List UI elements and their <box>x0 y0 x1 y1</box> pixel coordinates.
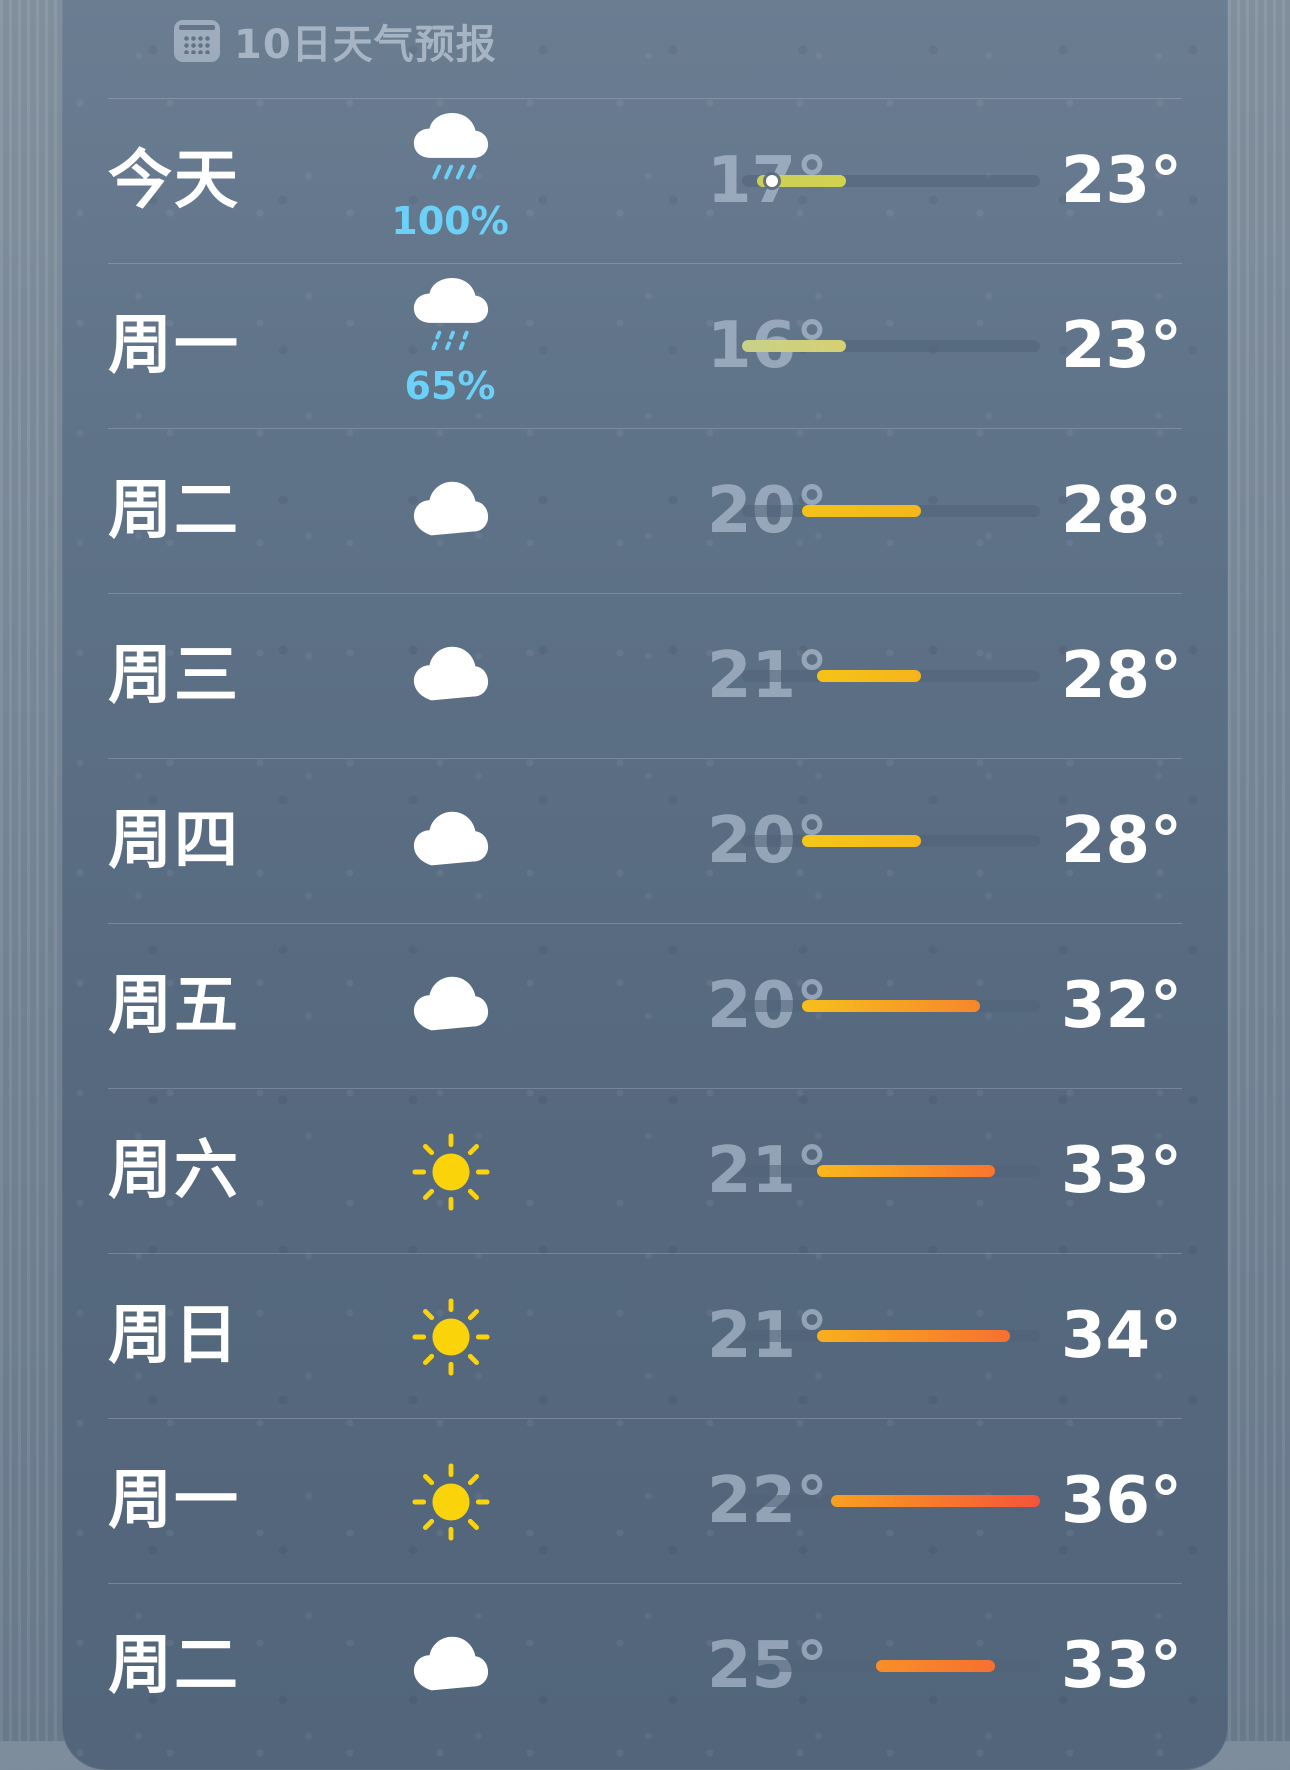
high-temp: 23° <box>1060 144 1182 218</box>
temp-range-fill <box>816 1330 1011 1342</box>
temp-range-fill <box>742 340 847 352</box>
forecast-row-6[interactable]: 周六 21° 33° <box>108 1088 1182 1253</box>
background-rain <box>0 0 62 1741</box>
high-temp: 23° <box>1060 309 1182 383</box>
forecast-row-7[interactable]: 周日 21° 34° <box>108 1253 1182 1418</box>
forecast-row-5[interactable]: 周五 20° 32° <box>108 923 1182 1088</box>
temp-range-fill <box>801 1000 981 1012</box>
temp-range-bar <box>742 1495 1040 1507</box>
forecast-row-4[interactable]: 周四 20° 28° <box>108 758 1182 923</box>
cloud-drizzle-icon <box>413 278 489 351</box>
precip-chance: 100% <box>391 199 509 243</box>
weather-icon-wrap <box>370 759 530 924</box>
high-temp: 33° <box>1060 1629 1182 1703</box>
temp-range-bar <box>742 505 1040 517</box>
weather-icon-wrap <box>370 429 530 594</box>
temp-range-bar <box>742 1000 1040 1012</box>
day-label: 周二 <box>108 1629 240 1703</box>
forecast-row-0[interactable]: 今天 100% 17° 23° <box>108 98 1182 263</box>
day-label: 周一 <box>108 309 240 383</box>
weather-icon-wrap <box>370 594 530 759</box>
cloud-icon <box>413 646 489 701</box>
cloud-icon <box>413 976 489 1031</box>
calendar-icon <box>174 20 220 62</box>
day-label: 周日 <box>108 1299 240 1373</box>
forecast-row-9[interactable]: 周二 25° 33° <box>108 1583 1182 1748</box>
high-temp: 28° <box>1060 474 1182 548</box>
day-label: 周五 <box>108 969 240 1043</box>
high-temp: 28° <box>1060 639 1182 713</box>
weather-icon-wrap: 65% <box>370 264 530 429</box>
temp-range-fill <box>876 1660 996 1672</box>
temp-range-bar <box>742 1330 1040 1342</box>
weather-icon-wrap <box>370 1089 530 1254</box>
weather-icon-wrap <box>370 1419 530 1584</box>
forecast-row-8[interactable]: 周一 22° 36° <box>108 1418 1182 1583</box>
high-temp: 33° <box>1060 1134 1182 1208</box>
weather-icon-wrap: 100% <box>370 99 530 264</box>
temp-range-bar <box>742 175 1040 187</box>
high-temp: 36° <box>1060 1464 1182 1538</box>
sun-icon <box>412 1133 490 1211</box>
precip-chance: 65% <box>404 364 496 408</box>
temp-range-bar <box>742 1165 1040 1177</box>
weather-icon-wrap <box>370 1584 530 1749</box>
forecast-row-3[interactable]: 周三 21° 28° <box>108 593 1182 758</box>
high-temp: 28° <box>1060 804 1182 878</box>
day-label: 周六 <box>108 1134 240 1208</box>
temp-range-fill <box>831 1495 1040 1507</box>
temp-range-bar <box>742 1660 1040 1672</box>
temp-range-fill <box>816 670 921 682</box>
day-label: 周四 <box>108 804 240 878</box>
cloud-icon <box>413 1636 489 1691</box>
cloud-icon <box>413 481 489 536</box>
temp-range-fill <box>816 1165 996 1177</box>
forecast-header: 10日天气预报 <box>174 14 497 68</box>
weather-icon-wrap <box>370 924 530 1089</box>
cloud-rain-heavy-icon <box>413 113 489 180</box>
temp-range-bar <box>742 835 1040 847</box>
day-label: 今天 <box>108 144 240 218</box>
forecast-row-1[interactable]: 周一 65% 16° 23° <box>108 263 1182 428</box>
cloud-icon <box>413 811 489 866</box>
day-label: 周三 <box>108 639 240 713</box>
high-temp: 32° <box>1060 969 1182 1043</box>
temp-range-bar <box>742 670 1040 682</box>
temp-range-bar <box>742 340 1040 352</box>
sun-icon <box>412 1463 490 1541</box>
forecast-title: 10日天气预报 <box>234 22 497 68</box>
background-rain <box>1228 0 1290 1741</box>
sun-icon <box>412 1298 490 1376</box>
weather-icon-wrap <box>370 1254 530 1419</box>
current-temp-dot <box>765 175 778 187</box>
temp-range-fill <box>801 505 921 517</box>
forecast-list: 今天 100% 17° 23° 周一 65% 16° 23° 周二 20° 28… <box>108 98 1182 1748</box>
temp-range-fill <box>801 835 921 847</box>
forecast-row-2[interactable]: 周二 20° 28° <box>108 428 1182 593</box>
day-label: 周二 <box>108 474 240 548</box>
high-temp: 34° <box>1060 1299 1182 1373</box>
day-label: 周一 <box>108 1464 240 1538</box>
forecast-panel: 10日天气预报 今天 100% 17° 23° 周一 65% 16° 23° 周… <box>62 0 1228 1770</box>
